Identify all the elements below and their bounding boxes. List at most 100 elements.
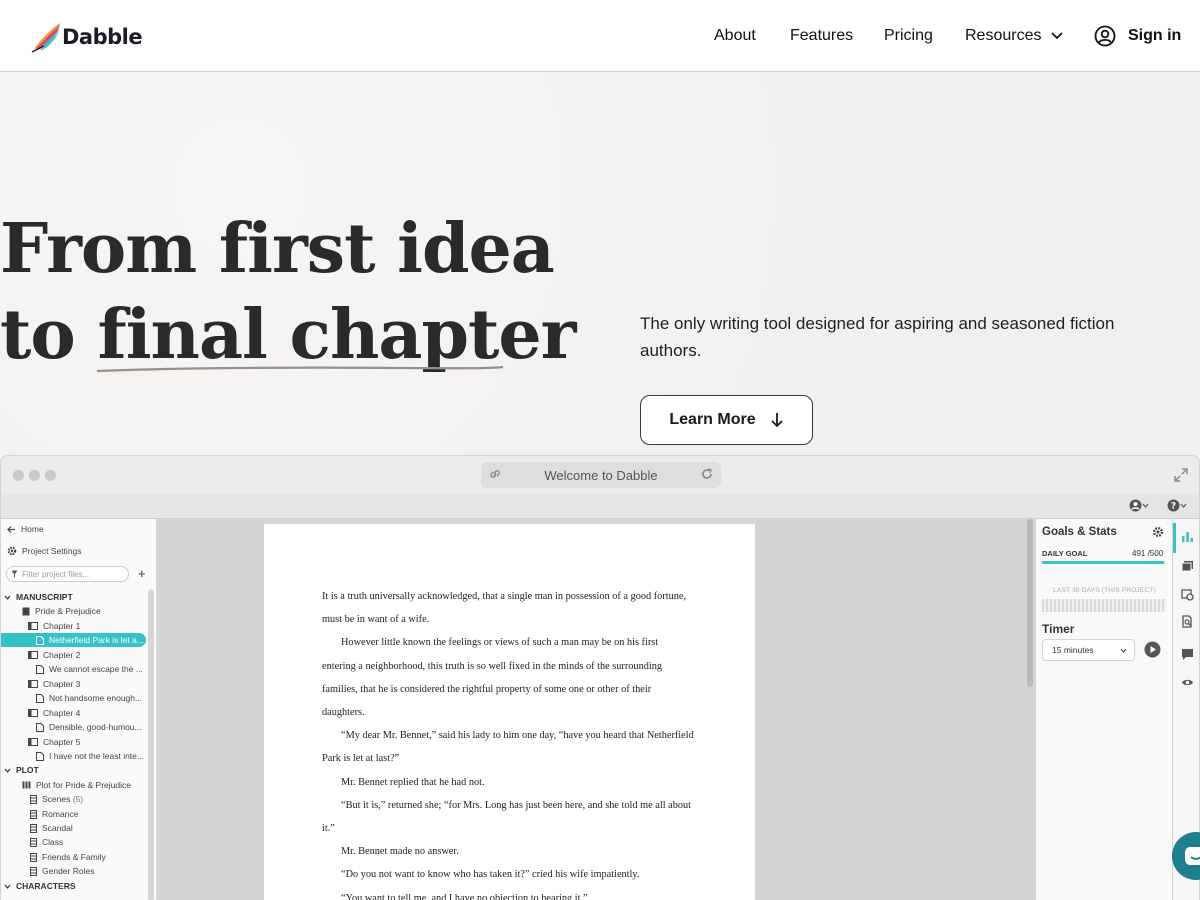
chapter-icon: [28, 680, 38, 688]
svg-text:?: ?: [1171, 502, 1176, 512]
editor-scrollbar[interactable]: [1027, 519, 1033, 687]
home-link[interactable]: Home: [7, 522, 44, 536]
comment-icon[interactable]: [1181, 648, 1194, 661]
account-menu[interactable]: [1129, 499, 1149, 512]
daily-goal-progress: [1042, 561, 1166, 564]
chat-icon: [1185, 847, 1200, 865]
daily-goal-progress-fill: [1042, 561, 1164, 564]
plot-item-count: (5): [72, 794, 84, 804]
nav-features-link[interactable]: Features: [790, 0, 853, 72]
sidebar-item-chapter-4[interactable]: Chapter 4: [28, 706, 80, 720]
window-zoom-dot: [45, 470, 56, 481]
characters-section[interactable]: CHARACTERS: [4, 879, 76, 893]
filter-project-files-input[interactable]: Filter project files...: [6, 566, 129, 582]
arrow-down-icon: [770, 413, 783, 428]
plot-label: PLOT: [16, 765, 39, 775]
plot-section[interactable]: PLOT: [4, 763, 39, 777]
sidebar-scrollbar[interactable]: [148, 589, 154, 900]
sidebar-item-label: Chapter 2: [43, 650, 81, 660]
expand-icon[interactable]: [1174, 468, 1188, 482]
timer-duration-select[interactable]: 15 minutes: [1042, 639, 1135, 661]
paragraph: “My dear Mr. Bennet,” said his lady to h…: [322, 730, 694, 765]
plot-book-item[interactable]: Plot for Pride & Prejudice: [22, 778, 131, 792]
plot-item-label: Class: [42, 837, 64, 847]
manuscript-page[interactable]: It is a truth universally acknowledged, …: [264, 524, 755, 900]
learn-more-label: Learn More: [669, 411, 756, 428]
nav-pricing-link[interactable]: Pricing: [884, 0, 933, 72]
paragraph: Mr. Bennet made no answer.: [341, 846, 459, 858]
plot-item[interactable]: Class: [30, 835, 63, 849]
book-item[interactable]: Pride & Prejudice: [22, 604, 101, 618]
book-label: Pride & Prejudice: [35, 606, 101, 616]
nav-about-link[interactable]: About: [714, 0, 756, 72]
filter-icon: [11, 570, 18, 578]
caret-down-icon: [4, 884, 11, 889]
play-icon[interactable]: [1144, 641, 1161, 658]
plotline-icon: [30, 823, 37, 833]
sidebar-item-scene[interactable]: We cannot escape the ...: [36, 662, 143, 676]
sidebar-item-label: Chapter 3: [43, 679, 81, 689]
plotline-icon: [30, 852, 37, 862]
plot-item[interactable]: Romance: [30, 807, 78, 821]
window-titlebar: Welcome to Dabble: [1, 456, 1199, 495]
plot-item[interactable]: Gender Roles: [30, 864, 94, 878]
sidebar-item-chapter-5[interactable]: Chapter 5: [28, 735, 80, 749]
sign-in-label: Sign in: [1128, 27, 1182, 44]
project-settings-link[interactable]: Project Settings: [7, 544, 82, 558]
plotline-icon: [30, 866, 37, 876]
plot-item[interactable]: Friends & Family: [30, 850, 106, 864]
sidebar-item-chapter-1[interactable]: Chapter 1: [28, 619, 80, 633]
rail-active-indicator: [1173, 523, 1176, 553]
hero-title-line2: to final chapter: [0, 292, 577, 378]
gear-icon[interactable]: [1152, 526, 1164, 538]
sign-in-link[interactable]: Sign in: [1094, 0, 1181, 72]
chevron-down-icon: [1120, 648, 1127, 653]
plot-item-scenes[interactable]: Scenes (5): [30, 792, 83, 806]
reload-icon[interactable]: [700, 467, 714, 481]
hero-subtitle: The only writing tool designed for aspir…: [640, 314, 1115, 360]
window-close-dot: [13, 470, 24, 481]
history-icon[interactable]: [1181, 588, 1194, 601]
last-30-days-chart: [1042, 599, 1166, 612]
manuscript-section[interactable]: MANUSCRIPT: [4, 590, 73, 604]
handdrawn-underline-icon: [97, 365, 504, 373]
plot-item-label: Friends & Family: [42, 852, 106, 862]
plot-item-label: Scandal: [42, 823, 73, 833]
plot-grid-icon: [22, 781, 31, 789]
sidebar-item-scene-selected[interactable]: Netherfield Park is let a...: [1, 633, 146, 647]
chevron-down-icon: [1051, 32, 1064, 40]
goals-panel-title: Goals & Stats: [1042, 526, 1117, 538]
paragraph: However little known the feelings or vie…: [322, 637, 663, 719]
sidebar-item-scene[interactable]: I have not the least inte...: [36, 749, 144, 763]
paragraph: Mr. Bennet replied that he had not.: [341, 776, 485, 788]
help-menu[interactable]: ?: [1167, 499, 1187, 512]
learn-more-button[interactable]: Learn More: [640, 395, 813, 445]
find-in-document-icon[interactable]: [1181, 615, 1194, 628]
hero-title-emphasis: final chapter: [97, 295, 577, 375]
address-bar[interactable]: Welcome to Dabble: [481, 462, 721, 488]
arrow-left-icon: [7, 525, 15, 533]
filter-placeholder: Filter project files...: [22, 569, 90, 579]
manuscript-text[interactable]: It is a truth universally acknowledged, …: [322, 585, 694, 900]
address-bar-text: Welcome to Dabble: [544, 467, 658, 483]
dabble-logo[interactable]: Dabble: [30, 17, 150, 57]
sidebar-item-chapter-2[interactable]: Chapter 2: [28, 648, 80, 662]
plot-item-label: Gender Roles: [42, 866, 95, 876]
goals-stats-panel: Goals & Stats DAILY GOAL 491 /500 LAST 3…: [1035, 519, 1172, 900]
nav-resources-dropdown[interactable]: Resources: [965, 0, 1064, 72]
document-icon: [36, 693, 44, 703]
eye-icon[interactable]: [1181, 676, 1194, 689]
add-file-button[interactable]: +: [138, 566, 146, 582]
link-icon: [490, 470, 500, 478]
bar-chart-icon[interactable]: [1181, 530, 1194, 543]
plot-item-label: Scenes: [42, 794, 71, 804]
app-preview-window: Welcome to Dabble ? Home Project Setting…: [0, 455, 1200, 900]
notes-stack-icon[interactable]: [1181, 560, 1194, 573]
sidebar-item-label: Netherfield Park is let a...: [49, 635, 144, 645]
home-label: Home: [21, 524, 44, 534]
plotline-icon: [30, 809, 37, 819]
plot-item[interactable]: Scandal: [30, 821, 73, 835]
sidebar-item-scene[interactable]: Not handsome enough...: [36, 691, 142, 705]
sidebar-item-scene[interactable]: Densible, good-humou...: [36, 720, 142, 734]
sidebar-item-chapter-3[interactable]: Chapter 3: [28, 677, 80, 691]
